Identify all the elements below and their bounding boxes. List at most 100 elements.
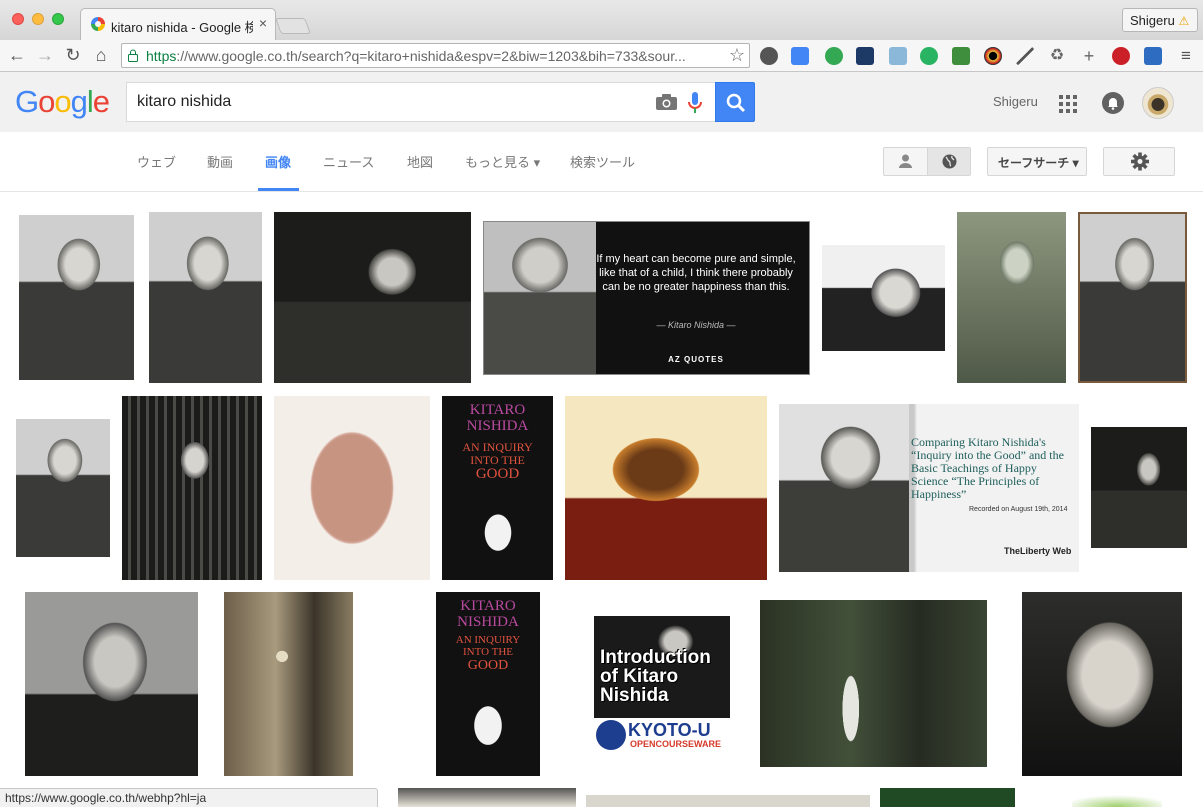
tab-video[interactable]: 動画	[207, 152, 233, 171]
image-result-partial-4[interactable]	[1072, 792, 1162, 807]
active-tab-indicator	[258, 188, 299, 191]
pushbullet-extension-icon[interactable]	[920, 47, 938, 65]
settings-button[interactable]	[1103, 147, 1175, 176]
tab-news[interactable]: ニュース	[323, 152, 374, 171]
image-result-partial-1[interactable]	[398, 788, 576, 807]
image-result-partial-3[interactable]	[880, 788, 1015, 807]
apps-grid-icon[interactable]	[1059, 95, 1077, 113]
image-result-dark-portrait[interactable]	[1091, 427, 1187, 548]
recycle-extension-icon[interactable]: ♻	[1048, 47, 1066, 65]
image-result-garden[interactable]	[224, 592, 353, 776]
crosshair-extension-icon[interactable]: +	[1080, 47, 1098, 65]
global-results-button[interactable]	[927, 148, 970, 175]
logo-letter: g	[70, 84, 88, 119]
image-result-green-portrait[interactable]	[957, 212, 1066, 383]
person-icon	[899, 154, 912, 168]
image-result-forest[interactable]	[746, 592, 1001, 776]
pinterest-extension-icon[interactable]	[1112, 47, 1130, 65]
translate-extension-icon[interactable]	[791, 47, 809, 65]
liberty-title: Comparing Kitaro Nishida's “Inquiry into…	[911, 435, 1064, 501]
settings-gear-extension-icon[interactable]	[760, 47, 778, 65]
book2-portrait	[461, 692, 515, 776]
google-header: Google kitaro nishida Shigeru	[0, 72, 1203, 132]
account-avatar[interactable]	[1142, 87, 1174, 119]
search-button[interactable]	[715, 82, 755, 122]
image-result-liberty-web[interactable]: Comparing Kitaro Nishida's “Inquiry into…	[779, 404, 1079, 572]
quote-text: If my heart can become pure and simple, …	[596, 253, 796, 293]
image-result-young-portrait[interactable]	[25, 592, 198, 776]
image-result-framed-portrait[interactable]	[1078, 212, 1187, 383]
liberty-brand: TheLiberty Web	[1004, 546, 1072, 556]
image-result-az-quote[interactable]: If my heart can become pure and simple, …	[483, 221, 810, 375]
tab-maps[interactable]: 地図	[407, 152, 433, 171]
gear-icon	[1131, 152, 1149, 171]
feedly-extension-icon[interactable]	[952, 47, 970, 65]
image-result-partial-2[interactable]	[586, 795, 870, 807]
kyoto-emblem-icon	[596, 720, 626, 750]
window-maximize-button[interactable]	[52, 13, 64, 25]
browser-menu-icon[interactable]: ≡	[1177, 47, 1195, 65]
image-result-study-room[interactable]	[274, 212, 471, 383]
camera-search-icon[interactable]	[656, 94, 677, 110]
download-extension-icon[interactable]	[1144, 47, 1162, 65]
browser-tab[interactable]: kitaro nishida - Google 検索 ×	[80, 8, 276, 40]
results-scope-toggle	[883, 147, 971, 176]
address-bar[interactable]: https://www.google.co.th/search?q=kitaro…	[121, 43, 750, 68]
forward-button[interactable]: →	[34, 44, 56, 66]
image-result-watercolor[interactable]	[274, 396, 430, 580]
bookmark-star-icon[interactable]: ☆	[729, 45, 745, 66]
image-result-portrait-desk[interactable]	[16, 212, 137, 383]
logo-letter: o	[38, 84, 55, 119]
search-tabs-bar: ウェブ 動画 画像 ニュース 地図 もっと見る ▾ 検索ツール セーフサーチ ▾	[0, 132, 1203, 192]
image-result-modern-portrait[interactable]	[1022, 592, 1182, 776]
book2-subtitle-1: AN INQUIRY	[455, 634, 521, 646]
profile-name: Shigeru	[1130, 13, 1175, 28]
user-name[interactable]: Shigeru	[993, 94, 1038, 109]
kyoto-sub: OPENCOURSEWARE	[630, 739, 722, 749]
image-result-sepia[interactable]	[565, 396, 767, 580]
new-tab-button[interactable]	[275, 18, 311, 34]
tab-search-tools[interactable]: 検索ツール	[570, 152, 635, 171]
image-result-book-cover[interactable]: KITARO NISHIDA AN INQUIRY INTO THE GOOD	[442, 396, 553, 580]
book2-title-nishida: NISHIDA	[457, 614, 519, 630]
window-minimize-button[interactable]	[32, 13, 44, 25]
reload-button[interactable]: ↻	[62, 44, 84, 66]
image-result-book-cover-2[interactable]: KITARO NISHIDA AN INQUIRY INTO THE GOOD	[398, 592, 582, 776]
image-result-portrait-kimono[interactable]	[149, 212, 262, 383]
liberty-date: Recorded on August 19th, 2014	[969, 506, 1068, 513]
logo-letter: e	[92, 84, 110, 119]
status-bar-url: https://www.google.co.th/webhp?hl=ja	[0, 788, 378, 807]
eyedropper-extension-icon[interactable]	[1016, 47, 1034, 65]
quote-author: — Kitaro Nishida —	[656, 320, 736, 330]
forest-photo	[760, 600, 987, 767]
camera-extension-icon[interactable]	[889, 47, 907, 65]
book-title-kitaro: KITARO	[469, 402, 526, 418]
book2-subtitle-3: GOOD	[467, 658, 509, 673]
window-close-button[interactable]	[12, 13, 24, 25]
book2-subtitle-2: INTO THE	[462, 646, 513, 658]
notifications-bell-icon[interactable]	[1102, 92, 1124, 114]
google-logo[interactable]: Google	[15, 84, 110, 120]
image-result-seated-small[interactable]	[16, 419, 110, 557]
tab-more[interactable]: もっと見る ▾	[465, 152, 540, 171]
image-result-portrait-glasses[interactable]	[822, 245, 945, 351]
tab-web[interactable]: ウェブ	[137, 152, 176, 171]
back-button[interactable]: ←	[6, 44, 28, 66]
microphone-icon[interactable]	[687, 91, 703, 115]
personal-results-button[interactable]	[884, 148, 927, 175]
tab-images[interactable]: 画像	[265, 152, 291, 171]
image-result-bookshelf[interactable]	[122, 396, 262, 580]
profile-button[interactable]: Shigeru ⚠	[1122, 8, 1198, 32]
color-picker-extension-icon[interactable]	[984, 47, 1002, 65]
google-favicon-icon	[91, 17, 105, 31]
evernote-extension-icon[interactable]	[825, 47, 843, 65]
book-portrait	[472, 501, 524, 580]
home-button[interactable]: ⌂	[90, 44, 112, 66]
url-text: https://www.google.co.th/search?q=kitaro…	[146, 48, 686, 64]
search-input[interactable]: kitaro nishida	[126, 82, 715, 122]
image-result-kyoto-u[interactable]: Introduction of Kitaro Nishida KYOTO-U O…	[594, 616, 730, 752]
analytics-extension-icon[interactable]	[856, 47, 874, 65]
tab-close-icon[interactable]: ×	[259, 15, 267, 31]
warning-icon: ⚠	[1178, 14, 1190, 28]
safe-search-button[interactable]: セーフサーチ ▾	[987, 147, 1087, 176]
